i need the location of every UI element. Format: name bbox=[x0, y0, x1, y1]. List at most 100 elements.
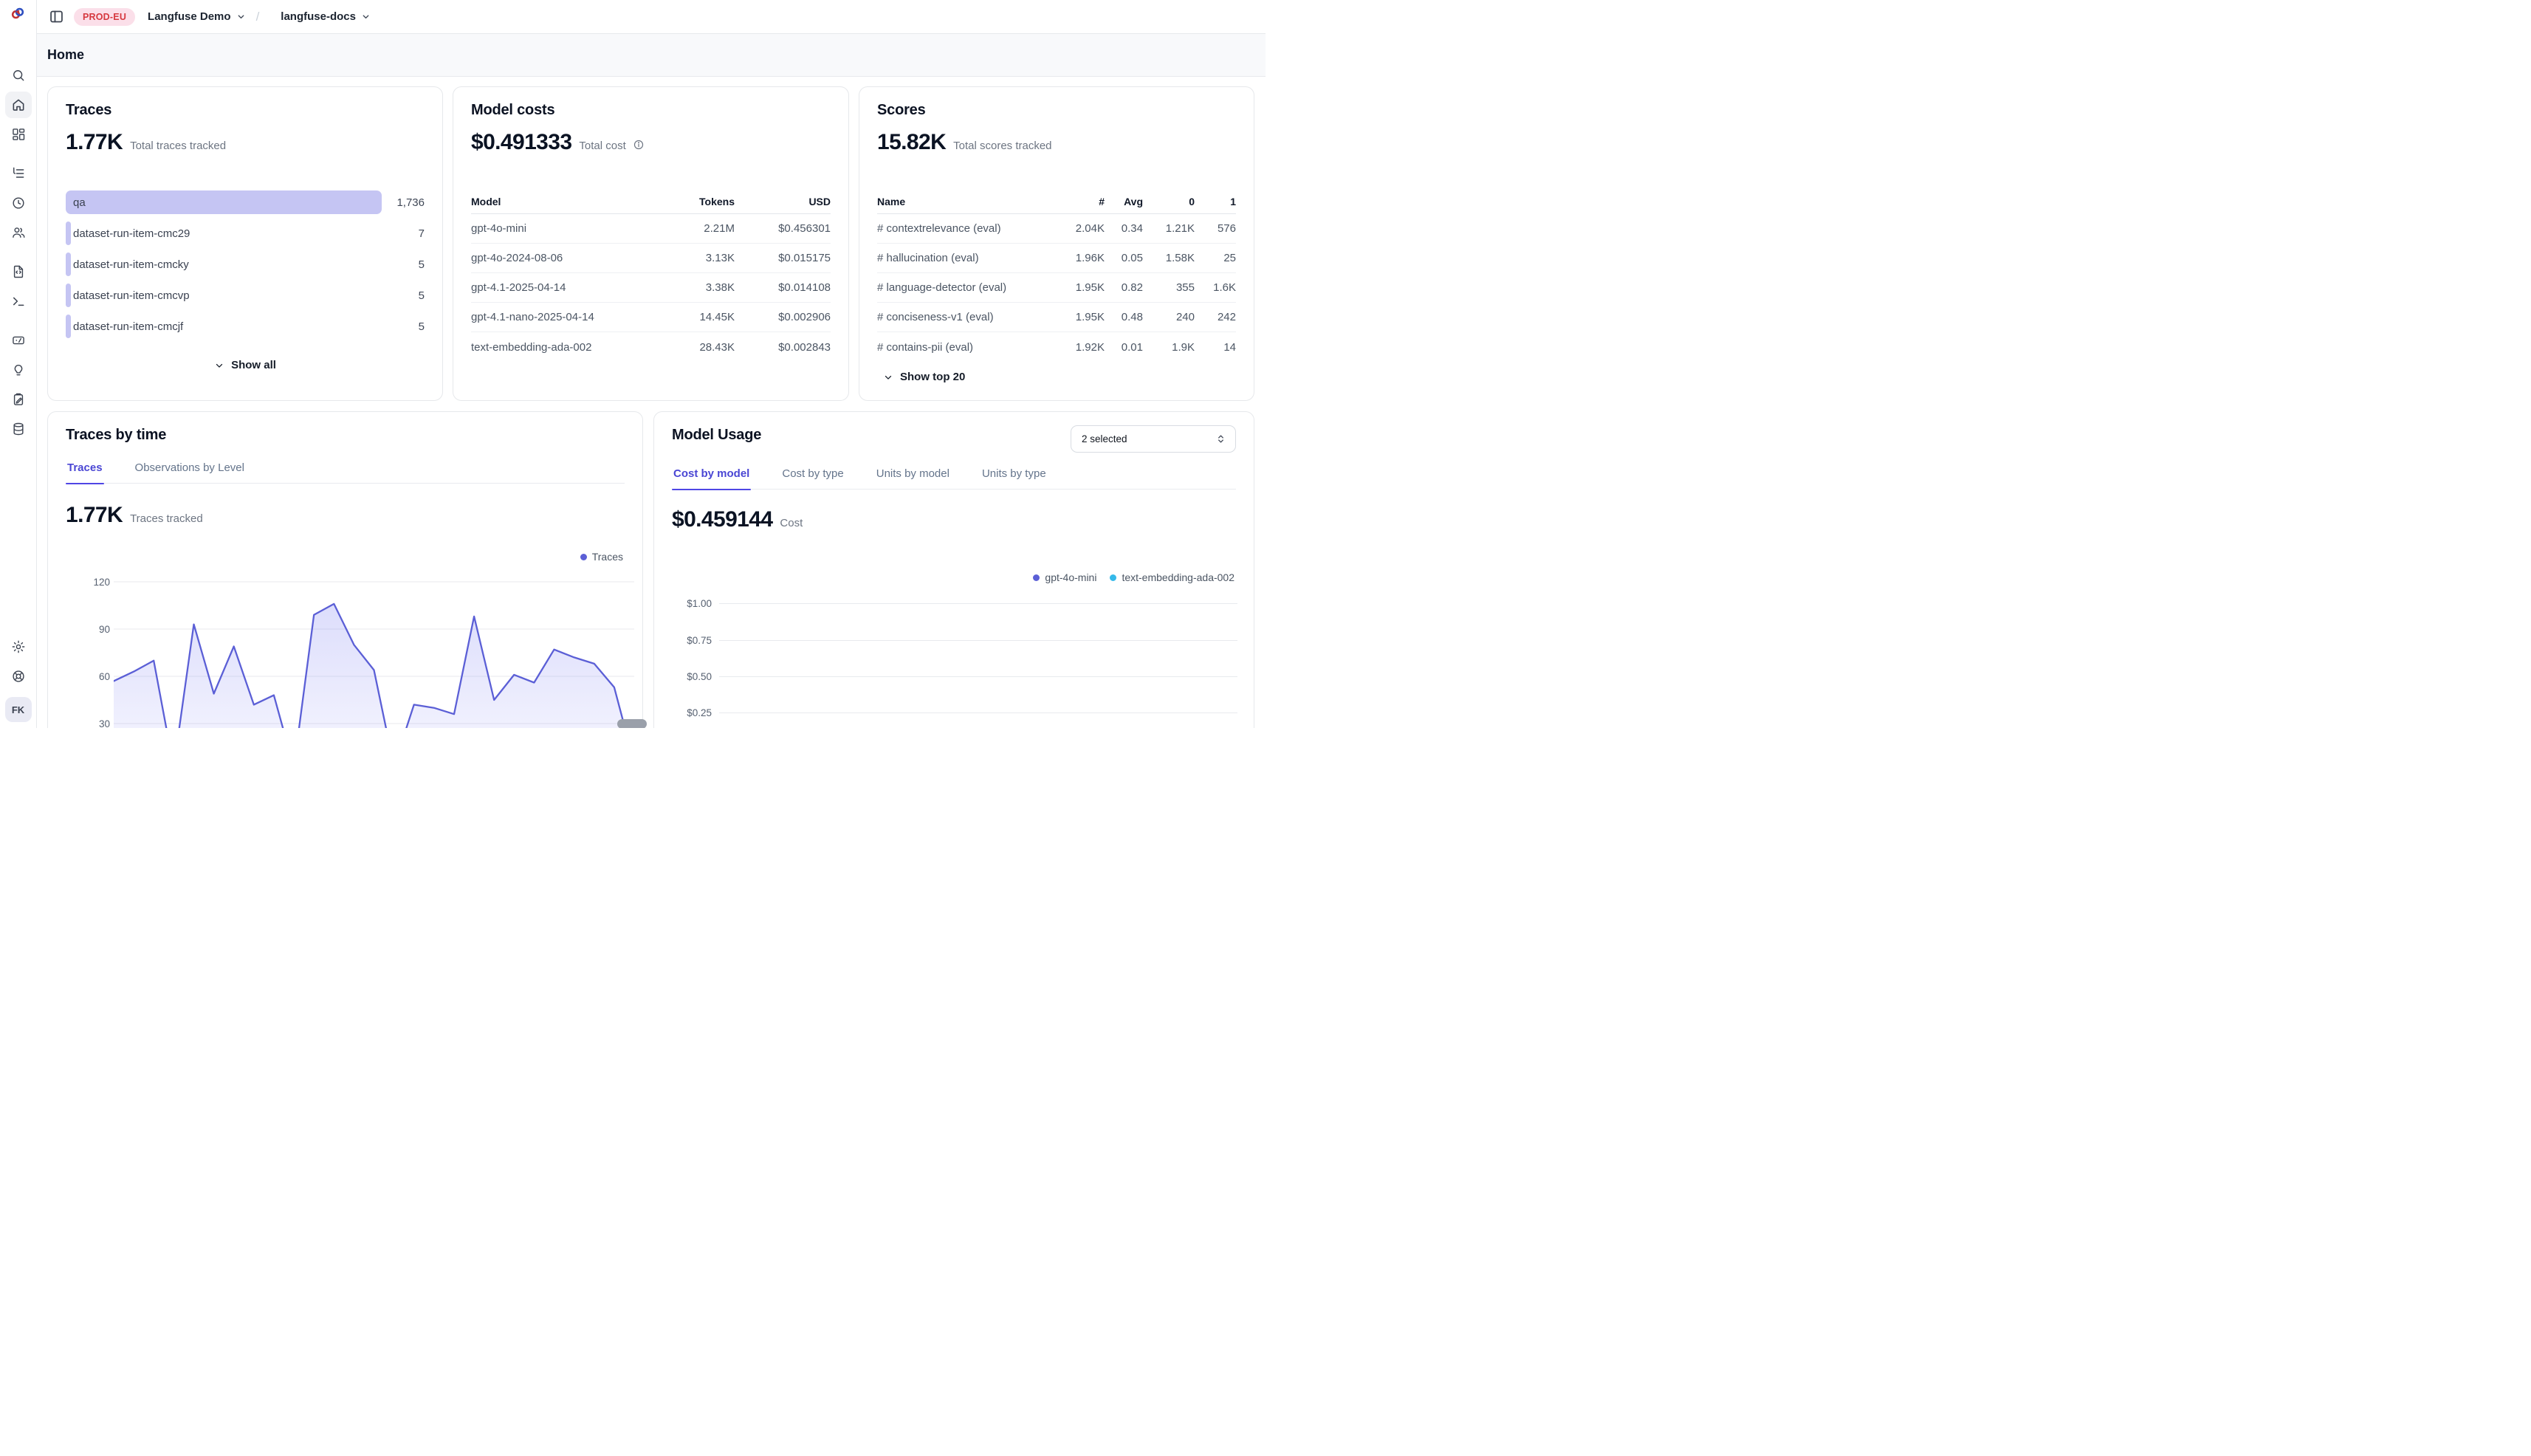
trace-bar bbox=[66, 284, 71, 307]
table-row[interactable]: # contains-pii (eval) 1.92K 0.01 1.9K 14 bbox=[877, 332, 1236, 362]
users-icon[interactable] bbox=[5, 219, 32, 246]
table-row[interactable]: text-embedding-ada-002 28.43K $0.002843 bbox=[471, 332, 831, 362]
usage-cost-label: Cost bbox=[780, 517, 803, 529]
chevron-down-icon bbox=[883, 372, 893, 382]
y-tick: 120 bbox=[66, 577, 110, 588]
table-header-row: Name # Avg 0 1 bbox=[877, 189, 1236, 214]
legend-item-text-embedding-ada-002[interactable]: text-embedding-ada-002 bbox=[1110, 571, 1234, 583]
prompts-file-code-icon[interactable] bbox=[5, 258, 32, 285]
search-icon[interactable] bbox=[5, 62, 32, 89]
lightbulb-icon[interactable] bbox=[5, 357, 32, 383]
model-usage-tabs: Cost by model Cost by type Units by mode… bbox=[672, 467, 1236, 490]
y-tick: 60 bbox=[66, 671, 110, 682]
tab-traces[interactable]: Traces bbox=[66, 461, 104, 483]
annotation-clipboard-pen-icon[interactable] bbox=[5, 386, 32, 413]
trace-count: 5 bbox=[419, 258, 425, 271]
legend-item-gpt-4o-mini[interactable]: gpt-4o-mini bbox=[1033, 571, 1096, 583]
show-all-button[interactable]: Show all bbox=[66, 359, 425, 371]
dashboards-icon[interactable] bbox=[5, 121, 32, 148]
table-row[interactable]: # language-detector (eval) 1.95K 0.82 35… bbox=[877, 273, 1236, 303]
tab-cost-by-model[interactable]: Cost by model bbox=[672, 467, 751, 489]
table-row[interactable]: # contextrelevance (eval) 2.04K 0.34 1.2… bbox=[877, 214, 1236, 244]
org-switcher[interactable]: Langfuse Demo bbox=[148, 10, 246, 23]
trace-name: qa bbox=[73, 196, 86, 209]
gridline bbox=[719, 603, 1237, 604]
scores-total: 15.82K bbox=[877, 130, 946, 155]
breadcrumb-separator: / bbox=[256, 10, 260, 24]
usage-cost-total: $0.459144 bbox=[672, 507, 772, 532]
sidebar-toggle-icon[interactable] bbox=[49, 9, 64, 24]
chevron-down-icon bbox=[214, 360, 224, 371]
sidebar: FK bbox=[0, 0, 37, 728]
gridline bbox=[719, 676, 1237, 677]
project-switcher[interactable]: langfuse-docs bbox=[281, 10, 371, 23]
scrollbar-thumb[interactable] bbox=[617, 719, 647, 728]
traces-tracked-total: 1.77K bbox=[66, 503, 123, 528]
trace-name: dataset-run-item-cmcjf bbox=[73, 320, 183, 333]
table-row[interactable]: gpt-4.1-nano-2025-04-14 14.45K $0.002906 bbox=[471, 303, 831, 332]
sessions-clock-icon[interactable] bbox=[5, 190, 32, 216]
datasets-database-icon[interactable] bbox=[5, 416, 32, 442]
sidebar-bottom: FK bbox=[0, 633, 36, 722]
table-row[interactable]: gpt-4o-2024-08-06 3.13K $0.015175 bbox=[471, 244, 831, 273]
legend-dot bbox=[1110, 574, 1116, 581]
model-costs-table: Model Tokens USD gpt-4o-mini 2.21M $0.45… bbox=[471, 189, 831, 362]
trace-count: 7 bbox=[419, 227, 425, 240]
traces-bar-list: qa 1,736 dataset-run-item-cmc29 7 datase… bbox=[66, 190, 425, 338]
trace-count: 5 bbox=[419, 289, 425, 302]
scores-card: Scores 15.82K Total scores tracked Name … bbox=[859, 86, 1254, 401]
top-bar: PROD-EU Langfuse Demo / langfuse-docs bbox=[37, 0, 1266, 34]
playground-terminal-icon[interactable] bbox=[5, 288, 32, 315]
model-costs-title: Model costs bbox=[471, 102, 831, 119]
tab-cost-by-type[interactable]: Cost by type bbox=[780, 467, 845, 489]
trace-list-item[interactable]: dataset-run-item-cmcvp 5 bbox=[66, 284, 425, 307]
org-name: Langfuse Demo bbox=[148, 10, 231, 23]
scores-total-label: Total scores tracked bbox=[953, 140, 1051, 152]
trace-bar bbox=[66, 222, 71, 245]
trace-name: dataset-run-item-cmcky bbox=[73, 258, 189, 271]
traces-area-chart[interactable] bbox=[114, 560, 634, 728]
trace-name: dataset-run-item-cmc29 bbox=[73, 227, 190, 240]
scores-table: Name # Avg 0 1 # contextrelevance (eval)… bbox=[877, 189, 1236, 362]
traces-tracked-label: Traces tracked bbox=[130, 512, 203, 525]
tab-units-by-type[interactable]: Units by type bbox=[981, 467, 1048, 489]
chart-legend: gpt-4o-mini text-embedding-ada-002 bbox=[1020, 571, 1234, 583]
tracing-icon[interactable] bbox=[5, 160, 32, 187]
langfuse-home-page: FK PROD-EU Langfuse Demo / langfuse-docs… bbox=[0, 0, 1266, 728]
home-icon[interactable] bbox=[5, 92, 32, 118]
trace-list-item[interactable]: dataset-run-item-cmcjf 5 bbox=[66, 315, 425, 338]
model-costs-total: $0.491333 bbox=[471, 130, 571, 155]
model-select-dropdown[interactable]: 2 selected bbox=[1071, 425, 1236, 453]
show-top-20-button[interactable]: Show top 20 bbox=[883, 371, 1236, 383]
evaluation-icon[interactable] bbox=[5, 327, 32, 354]
y-tick: $0.75 bbox=[667, 635, 712, 646]
settings-gear-icon[interactable] bbox=[5, 633, 32, 660]
table-row[interactable]: # hallucination (eval) 1.96K 0.05 1.58K … bbox=[877, 244, 1236, 273]
y-tick: 90 bbox=[66, 624, 110, 635]
model-costs-total-label: Total cost bbox=[579, 140, 625, 152]
trace-count: 5 bbox=[419, 320, 425, 333]
chevrons-up-down-icon bbox=[1215, 433, 1226, 444]
langfuse-logo-icon[interactable] bbox=[10, 7, 25, 24]
trace-bar bbox=[66, 253, 71, 276]
user-avatar[interactable]: FK bbox=[5, 697, 32, 722]
traces-by-time-card: Traces by time Traces Observations by Le… bbox=[47, 411, 643, 728]
info-icon[interactable] bbox=[633, 139, 645, 154]
y-tick: $1.00 bbox=[667, 598, 712, 609]
scores-title: Scores bbox=[877, 102, 1236, 119]
tab-units-by-model[interactable]: Units by model bbox=[875, 467, 951, 489]
tab-observations-by-level[interactable]: Observations by Level bbox=[134, 461, 246, 483]
table-row[interactable]: # conciseness-v1 (eval) 1.95K 0.48 240 2… bbox=[877, 303, 1236, 332]
y-tick: 30 bbox=[66, 718, 110, 728]
table-row[interactable]: gpt-4.1-2025-04-14 3.38K $0.014108 bbox=[471, 273, 831, 303]
environment-badge[interactable]: PROD-EU bbox=[74, 8, 135, 26]
support-lifebuoy-icon[interactable] bbox=[5, 663, 32, 690]
trace-list-item[interactable]: qa 1,736 bbox=[66, 190, 425, 214]
y-tick: $0.50 bbox=[667, 671, 712, 682]
trace-list-item[interactable]: dataset-run-item-cmc29 7 bbox=[66, 222, 425, 245]
page-title: Home bbox=[47, 47, 84, 63]
table-row[interactable]: gpt-4o-mini 2.21M $0.456301 bbox=[471, 214, 831, 244]
gridline bbox=[719, 712, 1237, 713]
trace-list-item[interactable]: dataset-run-item-cmcky 5 bbox=[66, 253, 425, 276]
legend-dot bbox=[1033, 574, 1040, 581]
